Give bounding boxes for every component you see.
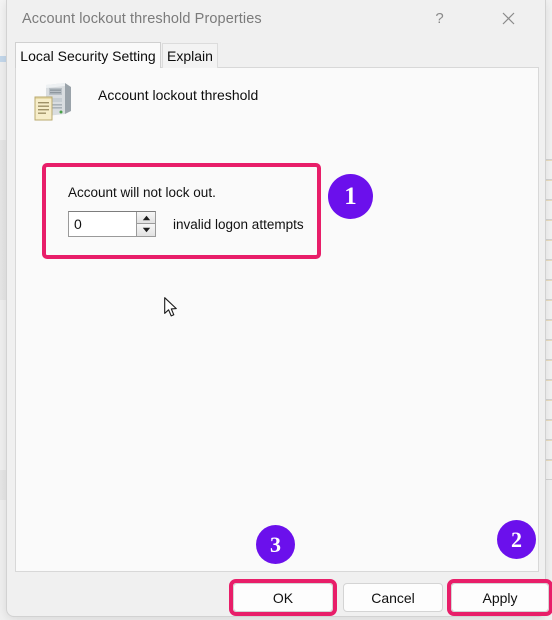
lockout-status-label: Account will not lock out. <box>68 185 216 200</box>
spinner-down-arrow-icon[interactable] <box>137 224 155 236</box>
properties-dialog: Account lockout threshold Properties ? L… <box>6 0 552 617</box>
tab-local-security-setting[interactable]: Local Security Setting <box>15 42 161 68</box>
policy-computer-document-icon <box>32 80 76 124</box>
spinner-buttons <box>136 212 155 236</box>
dialog-title: Account lockout threshold Properties <box>22 11 262 27</box>
ok-button[interactable]: OK <box>233 583 333 612</box>
spinner-up-arrow-icon[interactable] <box>137 212 155 224</box>
policy-name-heading: Account lockout threshold <box>98 87 259 103</box>
cancel-button[interactable]: Cancel <box>343 583 443 612</box>
apply-button[interactable]: Apply <box>451 583 549 612</box>
close-x-icon[interactable] <box>486 0 531 36</box>
tab-strip: Local Security Setting Explain <box>15 42 539 68</box>
mouse-pointer-arrow-icon <box>164 297 178 318</box>
apply-button-label: Apply <box>482 589 518 606</box>
lockout-threshold-setting-group: Account will not lock out. 0 invalid log… <box>46 167 317 255</box>
background-window-list-sliver <box>545 150 552 480</box>
threshold-spinner[interactable] <box>68 211 156 237</box>
ok-button-label: OK <box>272 589 294 606</box>
tab-explain[interactable]: Explain <box>162 43 218 68</box>
attempts-unit-label: invalid logon attempts <box>173 217 304 232</box>
tab-content-panel: Account lockout threshold Account will n… <box>15 67 539 572</box>
help-glyph: ? <box>435 9 444 27</box>
step-badge-1: 1 <box>328 174 373 219</box>
tab-explain-label: Explain <box>167 48 213 64</box>
step-badge-3: 3 <box>256 525 295 564</box>
tab-local-security-setting-label: Local Security Setting <box>20 47 156 64</box>
threshold-input[interactable] <box>69 212 137 236</box>
cancel-button-label: Cancel <box>371 589 415 606</box>
step-badge-2: 2 <box>497 520 536 559</box>
dialog-titlebar: Account lockout threshold Properties ? <box>7 0 545 41</box>
help-question-icon[interactable]: ? <box>417 0 462 36</box>
